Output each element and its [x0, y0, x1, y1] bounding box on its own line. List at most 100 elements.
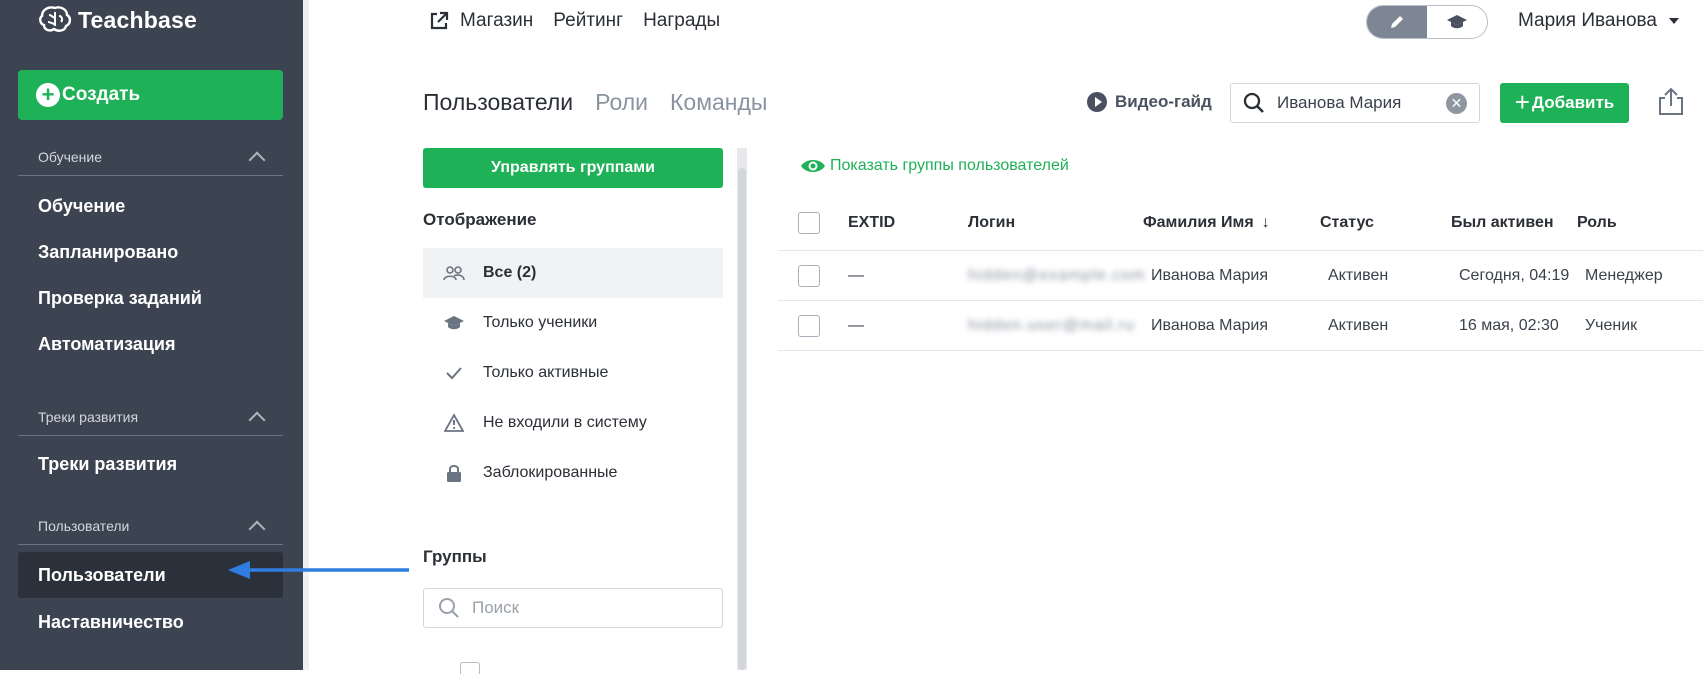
filter-list: Все (2) Только ученики Только активные Н… [423, 248, 723, 498]
user-search-input[interactable]: Иванова Мария ✕ [1230, 83, 1480, 123]
sidebar-section-users[interactable]: Пользователи [18, 507, 283, 545]
sidebar-item-label: Пользователи [38, 564, 166, 585]
create-button[interactable]: + Создать [18, 70, 283, 120]
sidebar-section-learning[interactable]: Обучение [18, 138, 283, 176]
external-link-icon [430, 11, 449, 30]
sidebar-section-title: Обучение [38, 148, 103, 165]
cell-login: hidden@example.com [968, 266, 1146, 284]
video-guide-link[interactable]: Видео-гайд [1087, 92, 1212, 112]
topnav-rating-link[interactable]: Рейтинг [553, 10, 623, 32]
manage-groups-button[interactable]: Управлять группами [423, 148, 723, 188]
scrollbar-thumb[interactable] [738, 168, 746, 670]
cell-extid: — [848, 316, 864, 334]
topnav-awards-link[interactable]: Награды [643, 10, 720, 32]
filter-label: Только активные [483, 364, 609, 381]
search-icon [439, 598, 459, 618]
column-header-last-active[interactable]: Был активен [1451, 213, 1577, 233]
sidebar-item-learning[interactable]: Обучение [18, 186, 283, 226]
cell-extid: — [848, 266, 864, 284]
mode-toggle [1366, 5, 1488, 39]
filter-label: Заблокированные [483, 464, 618, 481]
table-row[interactable]: — hidden@example.com Иванова Мария Актив… [778, 251, 1703, 301]
lock-icon [443, 462, 465, 484]
sidebar-item-automation[interactable]: Автоматизация [18, 324, 283, 364]
cell-role: Ученик [1585, 316, 1638, 334]
sidebar-item-task-review[interactable]: Проверка заданий [18, 278, 283, 318]
tab-roles[interactable]: Роли [595, 89, 648, 116]
add-user-button[interactable]: + Добавить [1500, 83, 1629, 123]
clear-search-icon[interactable]: ✕ [1446, 92, 1467, 114]
chevron-up-icon [248, 151, 266, 168]
filter-learners-only[interactable]: Только ученики [423, 298, 723, 348]
video-guide-label: Видео-гайд [1115, 92, 1212, 111]
table-row[interactable]: — hidden.user@mail.ru Иванова Мария Акти… [778, 301, 1703, 351]
groups-title: Группы [423, 547, 487, 566]
cell-login: hidden.user@mail.ru [968, 316, 1135, 334]
sidebar-item-scheduled[interactable]: Запланировано [18, 232, 283, 272]
learner-mode-button[interactable] [1427, 6, 1487, 38]
brain-logo-icon [39, 6, 72, 32]
sidebar-item-label: Запланировано [38, 241, 179, 262]
users-icon [443, 262, 465, 284]
annotation-arrow [228, 561, 409, 579]
column-header-login[interactable]: Логин [968, 214, 1143, 232]
user-name: Мария Иванова [1518, 10, 1657, 31]
graduation-cap-icon [1447, 15, 1467, 29]
column-header-name[interactable]: Фамилия Имя ↓ [1143, 214, 1320, 232]
caret-down-icon [1668, 18, 1679, 24]
row-checkbox[interactable] [798, 264, 820, 287]
tab-users[interactable]: Пользователи [423, 89, 573, 116]
select-all-checkbox[interactable] [798, 211, 820, 234]
cell-name[interactable]: Иванова Мария [1143, 317, 1320, 335]
group-search-placeholder: Поиск [472, 598, 520, 617]
manage-groups-label: Управлять группами [491, 159, 655, 176]
display-title: Отображение [423, 210, 537, 229]
brand-logo[interactable]: Teachbase [38, 4, 197, 36]
column-header-role[interactable]: Роль [1577, 214, 1703, 232]
column-header-label: Фамилия Имя [1143, 213, 1254, 231]
filter-blocked[interactable]: Заблокированные [423, 448, 723, 498]
chevron-up-icon [248, 411, 266, 428]
sidebar-section-title: Пользователи [38, 517, 130, 534]
filter-all[interactable]: Все (2) [423, 248, 723, 298]
panel-scrollbar[interactable] [737, 148, 747, 670]
cell-last-active: 16 мая, 02:30 [1459, 316, 1559, 334]
sidebar-item-label: Наставничество [38, 611, 184, 632]
filter-label: Не входили в систему [483, 414, 647, 431]
edit-mode-button[interactable] [1367, 6, 1427, 38]
sidebar-item-label: Проверка заданий [38, 287, 202, 308]
sidebar-item-mentoring[interactable]: Наставничество [18, 602, 283, 642]
chevron-up-icon [248, 520, 266, 537]
cell-role: Менеджер [1585, 266, 1663, 284]
show-groups-label: Показать группы пользователей [830, 157, 1069, 174]
play-icon [1087, 92, 1107, 112]
topnav-shop-link[interactable]: Магазин [460, 10, 533, 32]
sidebar-item-label: Обучение [38, 195, 126, 216]
sidebar-section-tracks[interactable]: Треки развития [18, 398, 283, 436]
sidebar-section-title: Треки развития [38, 408, 139, 425]
users-table: EXTID Логин Фамилия Имя ↓ Статус Был акти… [778, 195, 1703, 351]
sidebar-item-label: Треки развития [38, 453, 178, 474]
page-tabs: Пользователи Роли Команды [423, 89, 767, 116]
show-groups-toggle[interactable]: Показать группы пользователей [800, 157, 1069, 175]
tab-teams[interactable]: Команды [670, 89, 767, 116]
filter-panel: Управлять группами Отображение Все (2) Т… [423, 148, 723, 498]
filter-never-logged-in[interactable]: Не входили в систему [423, 398, 723, 448]
sort-down-icon: ↓ [1261, 213, 1270, 231]
brand-name: Teachbase [78, 6, 197, 33]
filter-active-only[interactable]: Только активные [423, 348, 723, 398]
group-checkbox[interactable] [460, 662, 480, 674]
export-icon[interactable] [1656, 87, 1686, 117]
column-header-extid[interactable]: EXTID [848, 214, 968, 232]
pencil-icon [1391, 16, 1403, 28]
sidebar-item-tracks[interactable]: Треки развития [18, 444, 283, 484]
top-nav: Магазин Рейтинг Награды [428, 10, 720, 32]
graduation-cap-icon [443, 312, 465, 334]
plus-circle-icon: + [36, 83, 60, 107]
warning-icon [443, 412, 465, 434]
row-checkbox[interactable] [798, 314, 820, 337]
user-menu[interactable]: Мария Иванова [1518, 10, 1679, 32]
cell-name[interactable]: Иванова Мария [1143, 267, 1320, 285]
column-header-status[interactable]: Статус [1320, 214, 1451, 232]
group-search-input[interactable]: Поиск [423, 588, 723, 628]
